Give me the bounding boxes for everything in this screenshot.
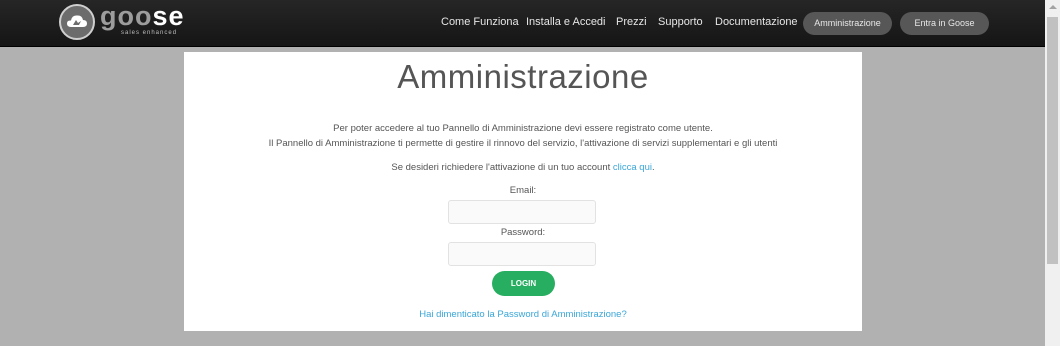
intro-text-line-1: Per poter accedere al tuo Pannello di Am… [333,123,713,134]
activation-request-text: Se desideri richiedere l'attivazione di … [184,162,862,173]
scrollbar-thumb[interactable] [1047,17,1058,264]
amministrazione-button[interactable]: Amministrazione [803,12,892,35]
page-title: Amministrazione [397,58,649,95]
nav-prezzi[interactable]: Prezzi [616,16,647,28]
scroll-up-arrow-icon[interactable] [1049,5,1057,9]
password-label: Password: [500,227,546,238]
vertical-scrollbar[interactable] [1045,0,1060,346]
nav-installa-e-accedi[interactable]: Installa e Accedi [526,16,606,28]
nav-documentazione[interactable]: Documentazione [715,16,798,28]
clicca-qui-link[interactable]: clicca qui [613,162,652,173]
activation-text: Se desideri richiedere l'attivazione di … [391,162,613,173]
logo-tagline: sales enhanced [121,30,178,36]
intro-text-line-2: Il Pannello di Amministrazione ti permet… [268,138,778,149]
logo-word-bold: se [152,1,185,31]
admin-login-panel: Amministrazione Per poter accedere al tu… [184,52,862,331]
email-field[interactable] [448,200,596,224]
login-button[interactable]: LOGIN [492,271,555,296]
activation-end: . [651,162,655,173]
logo-word-light: goo [100,1,153,31]
password-field[interactable] [448,242,596,266]
entra-in-goose-button[interactable]: Entra in Goose [900,12,989,35]
forgot-password-link[interactable]: Hai dimenticato la Password di Amministr… [184,309,862,320]
top-navigation-bar: goose sales enhanced Come Funziona Insta… [0,0,1045,47]
logo-wordmark: goose [100,1,185,31]
cloud-logo-icon [59,4,95,40]
email-label: Email: [509,185,537,196]
goose-logo[interactable]: goose sales enhanced [59,1,184,44]
nav-supporto[interactable]: Supporto [658,16,703,28]
nav-come-funziona[interactable]: Come Funziona [441,16,519,28]
